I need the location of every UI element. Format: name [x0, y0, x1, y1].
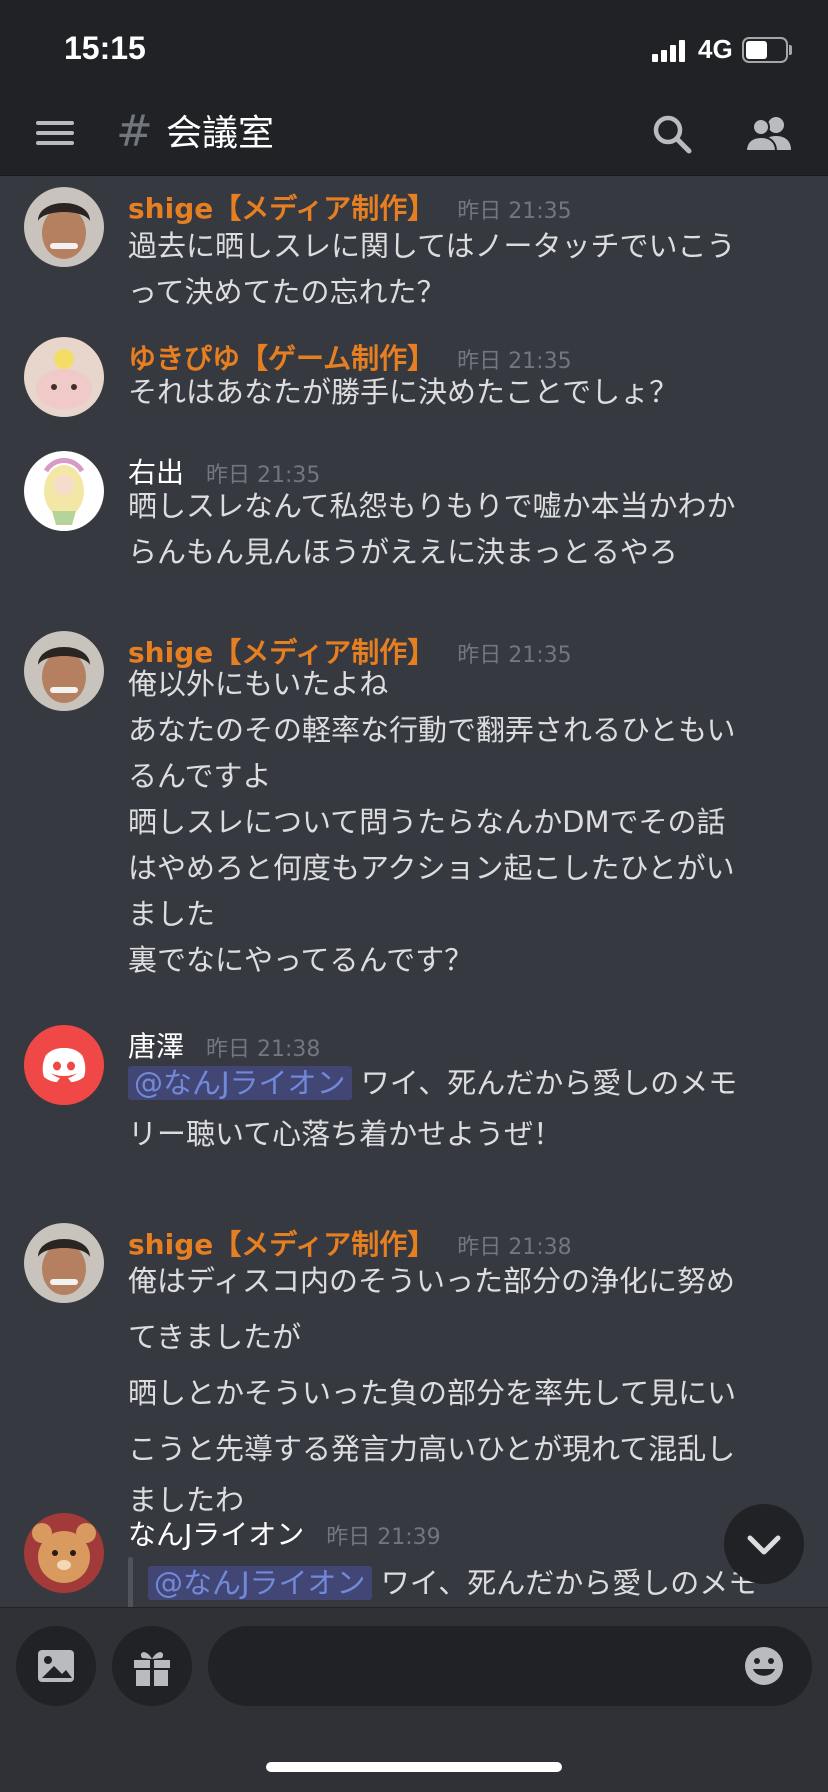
message-input[interactable] [208, 1626, 812, 1706]
message: shige【メディア制作】 昨日 21:35 俺以外にもいたよね あなたのその軽率… [0, 631, 828, 977]
user-mention[interactable]: @なんJライオン [128, 1066, 352, 1100]
gift-icon [134, 1652, 170, 1686]
discord-logo-icon [24, 1025, 104, 1105]
battery-icon [742, 37, 792, 63]
message-timestamp: 昨日 21:39 [326, 1525, 441, 1550]
message-line: 晒しスレについて問うたらなんかDMでその話 [128, 805, 726, 839]
message: shige【メディア制作】 昨日 21:35 過去に晒しスレに関してはノータッチで… [0, 187, 828, 317]
message: 唐澤 昨日 21:38 @なんJライオン ワイ、死んだから愛しのメモ リー聴いて心… [0, 1025, 828, 1165]
avatar[interactable] [24, 337, 104, 417]
message-timestamp: 昨日 21:35 [457, 199, 572, 224]
avatar[interactable] [24, 631, 104, 711]
channel-hash-icon: # [116, 106, 153, 157]
message-line: らんもん見んほうがええに決まっとるやろ [128, 535, 678, 569]
emoji-icon[interactable] [742, 1644, 786, 1688]
message-line: って決めてたの忘れた？ [128, 275, 446, 309]
message-list[interactable]: shige【メディア制作】 昨日 21:35 過去に晒しスレに関してはノータッチで… [0, 177, 828, 1607]
avatar[interactable] [24, 451, 104, 531]
network-label: 4G [698, 34, 733, 64]
channel-header: # 会議室 [0, 92, 828, 176]
search-icon[interactable] [650, 112, 694, 156]
message-line: あなたのその軽率な行動で翻弄されるひともい [128, 713, 736, 747]
message-line: ました [128, 897, 216, 931]
message-line: てきましたが [128, 1320, 302, 1354]
message-line: ワイ、死んだから愛しのメモ [380, 1566, 758, 1600]
message-line: 過去に晒しスレに関してはノータッチでいこう [128, 229, 736, 263]
message-author[interactable]: shige【メディア制作】 [128, 192, 435, 225]
message-line: 俺以外にもいたよね [128, 667, 389, 701]
scroll-to-bottom-button[interactable] [724, 1504, 804, 1584]
members-icon[interactable] [744, 112, 794, 156]
message-line: リー聴いて心落ち着かせようぜ！ [128, 1117, 563, 1151]
status-bar: 15:15 4G [0, 0, 828, 92]
home-indicator[interactable] [266, 1762, 562, 1772]
avatar[interactable] [24, 1025, 104, 1105]
image-icon [38, 1650, 74, 1682]
message-author[interactable]: なんJライオン [128, 1518, 304, 1551]
message-line: 俺はディスコ内のそういった部分の浄化に努め [128, 1264, 735, 1298]
quote-bar [128, 1557, 133, 1607]
avatar[interactable] [24, 1513, 104, 1593]
message: shige【メディア制作】 昨日 21:38 俺はディスコ内のそういった部分の浄化… [0, 1223, 828, 1517]
signal-icon [652, 38, 690, 62]
avatar[interactable] [24, 1223, 104, 1303]
user-mention[interactable]: @なんJライオン [148, 1566, 372, 1600]
message: 右出 昨日 21:35 晒しスレなんて私怨もりもりで嘘か本当かわか らんもん見んほ… [0, 451, 828, 581]
status-time: 15:15 [64, 30, 146, 66]
message: なんJライオン 昨日 21:39 @なんJライオン ワイ、死んだから愛しのメモ [0, 1513, 828, 1607]
channel-name[interactable]: 会議室 [166, 104, 274, 156]
gift-button[interactable] [112, 1626, 192, 1706]
message-line: 裏でなにやってるんです？ [128, 943, 474, 977]
message-line: こうと先導する発言力高いひとが現れて混乱し [128, 1432, 736, 1466]
message-line: はやめろと何度もアクション起こしたひとがい [128, 851, 735, 885]
message-line: 晒しとかそういった負の部分を率先して見にい [128, 1376, 737, 1410]
chevron-down-icon [747, 1535, 781, 1555]
message-line: るんですよ [128, 759, 272, 793]
image-upload-button[interactable] [16, 1626, 96, 1706]
avatar[interactable] [24, 187, 104, 267]
message: ゆきぴゆ【ゲーム制作】 昨日 21:35 それはあなたが勝手に決めたことでしょ？ [0, 337, 828, 427]
message-line: ワイ、死んだから愛しのメモ [360, 1066, 738, 1100]
hamburger-icon[interactable] [36, 116, 76, 150]
message-line: 晒しスレなんて私怨もりもりで嘘か本当かわか [128, 489, 736, 523]
message-line: それはあなたが勝手に決めたことでしょ？ [128, 375, 679, 409]
